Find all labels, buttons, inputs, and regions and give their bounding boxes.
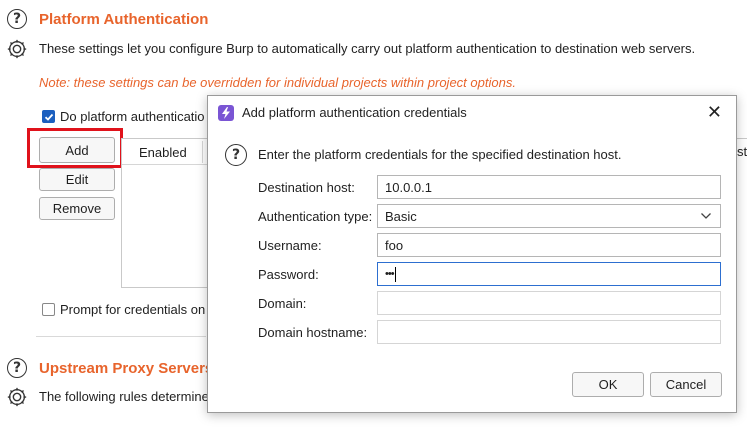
username-input[interactable]: foo: [377, 233, 721, 257]
credentials-table[interactable]: Enabled: [121, 138, 221, 288]
username-value: foo: [385, 237, 404, 253]
destination-host-value: 10.0.0.1: [385, 179, 432, 195]
help-icon[interactable]: ?: [7, 358, 27, 378]
checkmark-icon: [44, 113, 53, 121]
col-enabled-header[interactable]: Enabled: [139, 145, 187, 160]
prompt-credentials-checkbox[interactable]: [42, 303, 55, 316]
column-divider: [202, 141, 203, 163]
upstream-note-partial: [39, 420, 209, 428]
burp-lightning-icon: [218, 105, 234, 121]
dialog-intro: Enter the platform credentials for the s…: [258, 147, 622, 162]
table-right-edge: st: [737, 138, 747, 288]
edit-button[interactable]: Edit: [39, 168, 115, 191]
do-platform-auth-checkbox[interactable]: [42, 110, 55, 123]
destination-host-label: Destination host:: [258, 180, 355, 195]
ok-button[interactable]: OK: [572, 372, 644, 397]
auth-type-label: Authentication type:: [258, 209, 373, 224]
auth-type-select[interactable]: Basic: [377, 204, 721, 228]
domain-hostname-input[interactable]: [377, 320, 721, 344]
platform-auth-note: Note: these settings can be overridden f…: [39, 75, 516, 90]
cancel-button[interactable]: Cancel: [650, 372, 722, 397]
table-header: Enabled: [122, 139, 220, 165]
domain-input[interactable]: [377, 291, 721, 315]
col-partial-header: st: [737, 144, 747, 159]
do-platform-auth-label: Do platform authenticatio: [60, 109, 205, 124]
dialog-title: Add platform authentication credentials: [242, 105, 467, 120]
add-credentials-dialog: Add platform authentication credentials …: [207, 95, 737, 413]
close-icon[interactable]: ✕: [707, 102, 722, 123]
gear-icon[interactable]: [6, 386, 28, 408]
password-input[interactable]: •••: [377, 262, 721, 286]
platform-auth-description: These settings let you configure Burp to…: [39, 41, 696, 56]
prompt-credentials-label: Prompt for credentials on: [60, 302, 206, 317]
domain-hostname-label: Domain hostname:: [258, 325, 368, 340]
upstream-description: The following rules determine: [39, 389, 209, 404]
chevron-down-icon: [701, 213, 711, 219]
section-title-upstream-proxy: Upstream Proxy Servers: [39, 360, 214, 377]
help-icon[interactable]: ?: [7, 9, 27, 29]
destination-host-input[interactable]: 10.0.0.1: [377, 175, 721, 199]
remove-button[interactable]: Remove: [39, 197, 115, 220]
gear-icon[interactable]: [6, 38, 28, 60]
username-label: Username:: [258, 238, 322, 253]
add-button[interactable]: Add: [39, 137, 115, 163]
auth-type-value: Basic: [385, 208, 417, 224]
section-divider: [36, 336, 206, 337]
help-icon[interactable]: ?: [225, 144, 247, 166]
text-caret: [394, 266, 396, 282]
dialog-titlebar[interactable]: Add platform authentication credentials …: [208, 96, 736, 130]
password-value: •••: [385, 268, 395, 280]
section-title-platform-auth: Platform Authentication: [39, 11, 209, 28]
domain-label: Domain:: [258, 296, 307, 311]
password-label: Password:: [258, 267, 319, 282]
